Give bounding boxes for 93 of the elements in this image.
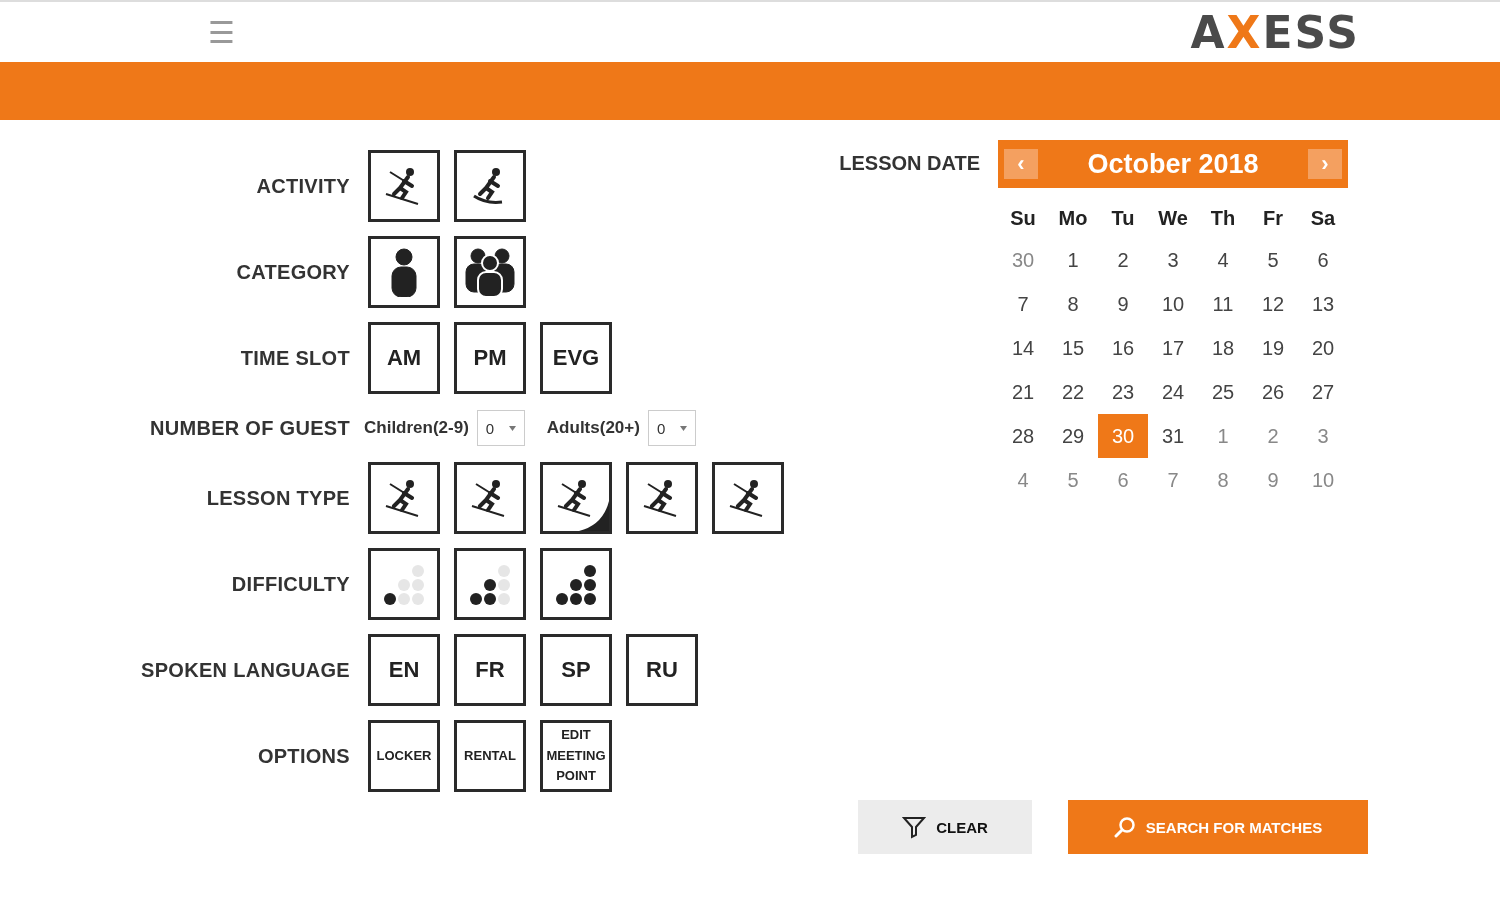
calendar-day[interactable]: 3 (1298, 414, 1348, 458)
weekday-label: We (1157, 205, 1189, 231)
corner-mark-icon (579, 501, 609, 531)
calendar-day[interactable]: 28 (998, 414, 1048, 458)
count-select[interactable]: 0 (476, 410, 525, 446)
calendar-day[interactable]: 30 (998, 238, 1048, 282)
option-tile[interactable]: LOCKER (368, 720, 440, 792)
count-select[interactable]: 0 (647, 410, 696, 446)
weekday-label: Th (1209, 205, 1237, 231)
calendar-day[interactable]: 17 (1148, 326, 1198, 370)
calendar-day[interactable]: 9 (1098, 282, 1148, 326)
group-icon (464, 247, 516, 297)
person-icon (389, 247, 419, 297)
calendar-day[interactable]: 20 (1298, 326, 1348, 370)
caret-icon (508, 425, 516, 431)
calendar-day[interactable]: 26 (1248, 370, 1298, 414)
icon-tile[interactable] (454, 236, 526, 308)
icon-tile[interactable] (368, 150, 440, 222)
icon-tile[interactable] (368, 462, 440, 534)
weekday-label: Tu (1110, 205, 1136, 231)
option-tile[interactable]: FR (454, 634, 526, 706)
calendar-day[interactable]: 12 (1248, 282, 1298, 326)
field-label: LESSON TYPE (205, 486, 350, 510)
weekday-label: Fr (1262, 205, 1284, 231)
search-icon (1113, 816, 1136, 838)
icon-tile[interactable] (540, 548, 612, 620)
calendar-day[interactable]: 23 (1098, 370, 1148, 414)
field-label: OPTIONS (256, 744, 350, 768)
calendar-day[interactable]: 1 (1048, 238, 1098, 282)
field-label: DIFFICULTY (230, 572, 350, 596)
calendar-day[interactable]: 25 (1198, 370, 1248, 414)
icon-tile[interactable] (626, 462, 698, 534)
option-tile[interactable]: SP (540, 634, 612, 706)
calendar-day[interactable]: 1 (1198, 414, 1248, 458)
calendar-day[interactable]: 18 (1198, 326, 1248, 370)
calendar-day[interactable]: 15 (1048, 326, 1098, 370)
field-label: CATEGORY (235, 260, 350, 284)
calendar-day[interactable]: 10 (1298, 458, 1348, 502)
calendar-day[interactable]: 13 (1298, 282, 1348, 326)
weekday-label: Su (1009, 205, 1037, 231)
calendar-day[interactable]: 6 (1098, 458, 1148, 502)
select-label: Children(2-9) (364, 418, 469, 438)
option-tile[interactable]: AM (368, 322, 440, 394)
filter-icon (902, 815, 927, 839)
calendar-day[interactable]: 5 (1248, 238, 1298, 282)
caret-icon (679, 425, 687, 431)
field-label: NUMBER OF GUEST (148, 416, 350, 440)
icon-tile[interactable] (368, 548, 440, 620)
calendar-day[interactable]: 9 (1248, 458, 1298, 502)
icon-tile[interactable] (712, 462, 784, 534)
calendar-day[interactable]: 31 (1148, 414, 1198, 458)
calendar-day[interactable]: 5 (1048, 458, 1098, 502)
calendar-day[interactable]: 19 (1248, 326, 1298, 370)
calendar-day[interactable]: 7 (1148, 458, 1198, 502)
field-label: SPOKEN LANGUAGE (140, 658, 350, 682)
option-tile[interactable]: RENTAL (454, 720, 526, 792)
calendar-day[interactable]: 24 (1148, 370, 1198, 414)
calendar-day[interactable]: 14 (998, 326, 1048, 370)
option-tile[interactable]: EN (368, 634, 440, 706)
field-label: TIME SLOT (239, 346, 350, 370)
calendar-day[interactable]: 7 (998, 282, 1048, 326)
icon-tile[interactable] (368, 236, 440, 308)
clear-button[interactable]: CLEAR (858, 800, 1032, 854)
field-label: LESSON DATE (838, 152, 980, 176)
weekday-label: Mo (1057, 205, 1089, 231)
option-tile[interactable]: EDIT MEETING POINT (540, 720, 612, 792)
calendar-day[interactable]: 22 (1048, 370, 1098, 414)
calendar-day[interactable]: 29 (1048, 414, 1098, 458)
icon-tile[interactable] (540, 462, 612, 534)
calendar-day[interactable]: 4 (1198, 238, 1248, 282)
calendar-day[interactable]: 6 (1298, 238, 1348, 282)
calendar-day[interactable]: 16 (1098, 326, 1148, 370)
calendar-day[interactable]: 27 (1298, 370, 1348, 414)
calendar-day[interactable]: 2 (1098, 238, 1148, 282)
calendar-day[interactable]: 4 (998, 458, 1048, 502)
icon-tile[interactable] (454, 150, 526, 222)
calendar-day[interactable]: 8 (1198, 458, 1248, 502)
calendar-day[interactable]: 11 (1198, 282, 1248, 326)
calendar-day[interactable]: 10 (1148, 282, 1198, 326)
calendar-day[interactable]: 8 (1048, 282, 1098, 326)
weekday-label: Sa (1309, 205, 1337, 231)
calendar-day[interactable]: 2 (1248, 414, 1298, 458)
calendar-day[interactable]: 3 (1148, 238, 1198, 282)
option-tile[interactable]: EVG (540, 322, 612, 394)
field-label: ACTIVITY (255, 174, 350, 198)
icon-tile[interactable] (454, 462, 526, 534)
select-label: Adults(20+) (546, 418, 640, 438)
option-tile[interactable]: RU (626, 634, 698, 706)
logo: AXESS (1190, 6, 1360, 58)
calendar-day[interactable]: 21 (998, 370, 1048, 414)
icon-tile[interactable] (454, 548, 526, 620)
option-tile[interactable]: PM (454, 322, 526, 394)
month-title: October 2018 (1087, 148, 1259, 180)
